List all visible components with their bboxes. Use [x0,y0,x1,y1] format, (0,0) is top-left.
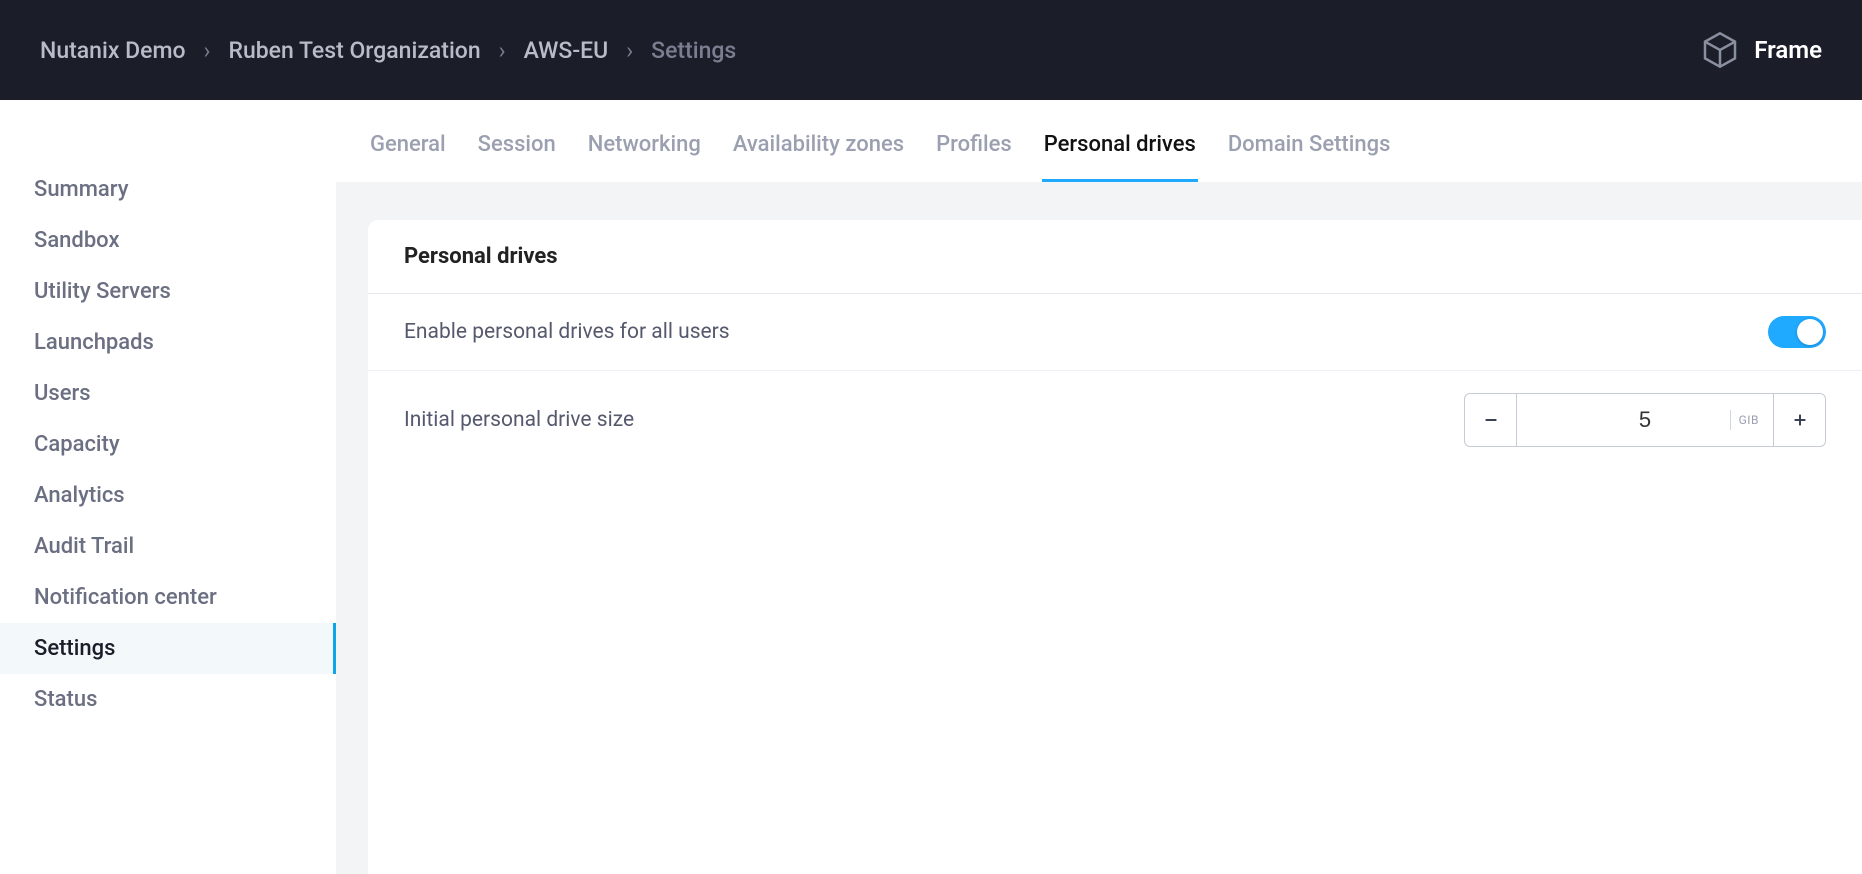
sidebar-item-launchpads[interactable]: Launchpads [0,317,336,368]
tab-session[interactable]: Session [476,132,558,182]
enable-personal-drives-toggle[interactable] [1768,316,1826,348]
row-initial-drive-size: Initial personal drive size GIB [368,371,1862,469]
initial-drive-size-label: Initial personal drive size [404,408,634,432]
chevron-right-icon: › [626,37,633,64]
tab-domain-settings[interactable]: Domain Settings [1226,132,1393,182]
tab-networking[interactable]: Networking [586,132,703,182]
minus-icon [1483,412,1499,428]
breadcrumb-item-account[interactable]: AWS-EU [524,37,609,64]
sidebar: Summary Sandbox Utility Servers Launchpa… [0,100,336,874]
cube-icon [1700,30,1740,70]
sidebar-item-utility-servers[interactable]: Utility Servers [0,266,336,317]
breadcrumb-current: Settings [651,37,736,64]
tab-availability-zones[interactable]: Availability zones [731,132,906,182]
tab-bar: General Session Networking Availability … [336,100,1862,182]
sidebar-item-settings[interactable]: Settings [0,623,336,674]
sidebar-item-capacity[interactable]: Capacity [0,419,336,470]
content-area: Personal drives Enable personal drives f… [336,182,1862,874]
drive-size-value-wrap: GIB [1517,394,1773,446]
enable-personal-drives-label: Enable personal drives for all users [404,320,730,344]
brand: Frame [1700,30,1822,70]
sidebar-item-status[interactable]: Status [0,674,336,725]
decrement-button[interactable] [1465,394,1517,446]
drive-size-stepper: GIB [1464,393,1826,447]
sidebar-item-analytics[interactable]: Analytics [0,470,336,521]
page-body: Summary Sandbox Utility Servers Launchpa… [0,100,1862,874]
panel-title: Personal drives [404,244,1826,269]
breadcrumb-item-organization[interactable]: Ruben Test Organization [228,37,480,64]
main: General Session Networking Availability … [336,100,1862,874]
chevron-right-icon: › [204,37,211,64]
breadcrumb-item-customer[interactable]: Nutanix Demo [40,37,186,64]
breadcrumb: Nutanix Demo › Ruben Test Organization ›… [40,37,736,64]
panel-header: Personal drives [368,220,1862,294]
tab-profiles[interactable]: Profiles [934,132,1014,182]
sidebar-item-summary[interactable]: Summary [0,164,336,215]
toggle-knob [1797,319,1823,345]
drive-size-unit: GIB [1730,410,1759,430]
plus-icon [1792,412,1808,428]
personal-drives-panel: Personal drives Enable personal drives f… [368,220,1862,874]
tab-personal-drives[interactable]: Personal drives [1042,132,1198,182]
increment-button[interactable] [1773,394,1825,446]
sidebar-item-users[interactable]: Users [0,368,336,419]
sidebar-item-notification-center[interactable]: Notification center [0,572,336,623]
row-enable-personal-drives: Enable personal drives for all users [368,294,1862,371]
chevron-right-icon: › [499,37,506,64]
tab-general[interactable]: General [368,132,448,182]
sidebar-item-audit-trail[interactable]: Audit Trail [0,521,336,572]
app-header: Nutanix Demo › Ruben Test Organization ›… [0,0,1862,100]
brand-label: Frame [1754,36,1822,64]
sidebar-item-sandbox[interactable]: Sandbox [0,215,336,266]
